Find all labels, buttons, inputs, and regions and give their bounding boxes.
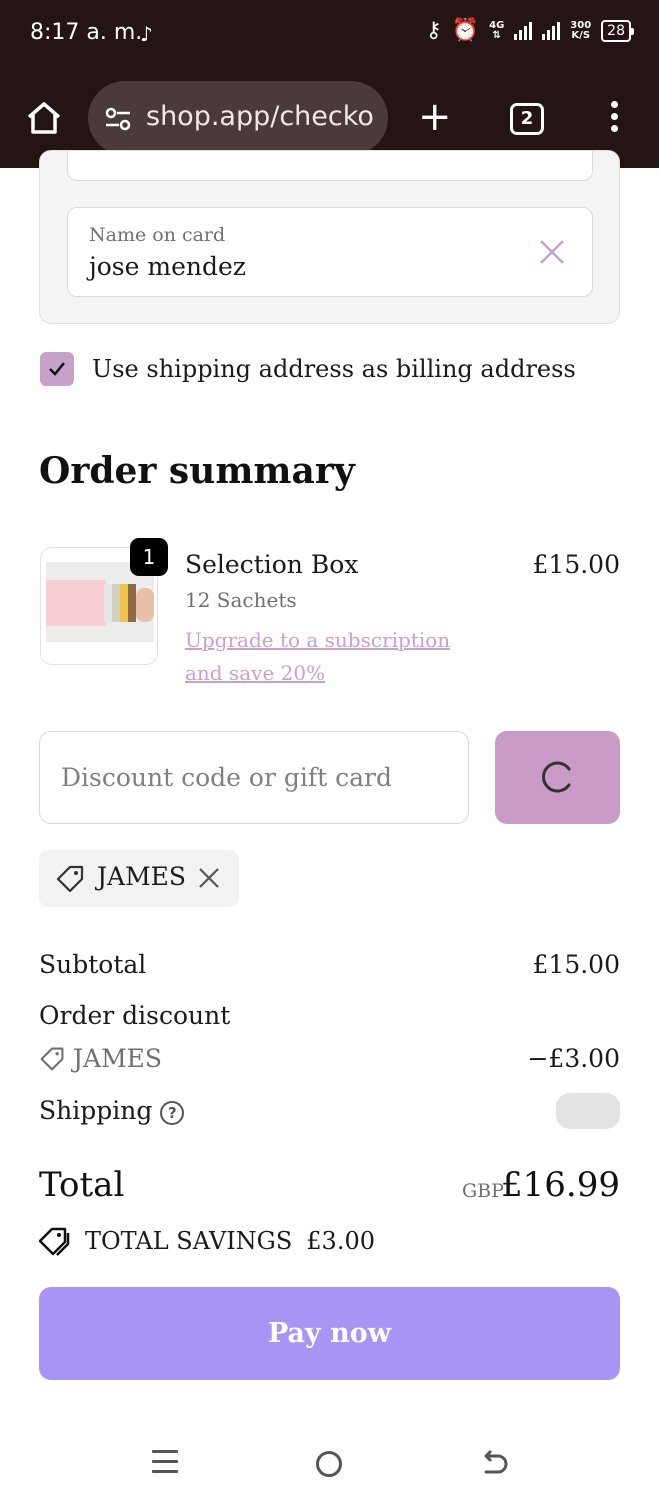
card-field-previous[interactable] — [67, 151, 593, 181]
billing-checkbox[interactable] — [40, 352, 74, 386]
payment-card-panel: Name on card jose mendez — [39, 150, 620, 324]
alarm-icon: ⏰ — [451, 18, 480, 43]
total-currency: GBP — [462, 1180, 504, 1202]
clear-icon[interactable] — [538, 238, 566, 266]
vpn-key-icon: ⚷ — [425, 18, 442, 43]
more-vert-icon[interactable] — [606, 101, 622, 137]
product-name: Selection Box — [185, 550, 359, 579]
order-discount-label: Order discount — [39, 1001, 231, 1030]
remove-code-icon[interactable] — [197, 866, 221, 890]
signal-icon-2 — [542, 21, 561, 40]
recent-apps-icon[interactable] — [152, 1450, 178, 1476]
network-type: 4G ⇅ — [489, 19, 505, 41]
product-variant: 12 Sachets — [185, 588, 297, 612]
music-note-icon: ♪ — [140, 22, 153, 46]
subtotal-value: £15.00 — [532, 950, 620, 979]
status-bar: 8:17 a. m. ♪ ⚷ ⏰ 4G ⇅ 300 K/S 28 — [0, 0, 659, 68]
tag-icon — [56, 865, 84, 893]
help-icon[interactable]: ? — [160, 1100, 185, 1125]
product-price: £15.00 — [532, 550, 620, 579]
order-discount-value: −£3.00 — [527, 1044, 620, 1073]
network-speed: 300 K/S — [570, 19, 592, 41]
total-value: £16.99 — [501, 1165, 620, 1205]
order-summary-title: Order summary — [39, 450, 355, 492]
android-nav-bar — [0, 1420, 659, 1500]
shipping-value-loading — [556, 1093, 620, 1129]
home-icon[interactable] — [24, 98, 64, 138]
new-tab-plus-icon[interactable]: + — [418, 97, 454, 138]
name-on-card-label: Name on card — [89, 224, 226, 246]
subtotal-label: Subtotal — [39, 950, 147, 979]
order-discount-code: JAMES — [39, 1044, 162, 1073]
billing-checkbox-label: Use shipping address as billing address — [92, 355, 576, 383]
applied-discount-chip: JAMES — [39, 850, 239, 907]
name-on-card-value[interactable]: jose mendez — [89, 252, 246, 281]
name-on-card-field[interactable]: Name on card jose mendez — [67, 207, 593, 297]
discount-placeholder: Discount code or gift card — [61, 763, 392, 792]
upgrade-subscription-link[interactable]: Upgrade to a subscription and save 20% — [185, 624, 485, 690]
url-bar[interactable]: shop.app/checko — [88, 81, 388, 155]
tag-icon-small — [40, 1047, 64, 1070]
apply-discount-button[interactable] — [495, 731, 620, 824]
total-label: Total — [39, 1165, 125, 1205]
billing-address-row[interactable]: Use shipping address as billing address — [40, 352, 576, 386]
savings-value: £3.00 — [306, 1227, 375, 1255]
total-savings: TOTAL SAVINGS £3.00 — [39, 1225, 375, 1257]
quantity-badge: 1 — [130, 538, 168, 576]
site-settings-icon[interactable] — [104, 105, 132, 133]
battery-icon: 28 — [601, 19, 634, 42]
home-circle-icon[interactable] — [316, 1451, 342, 1477]
applied-code: JAMES — [97, 862, 187, 891]
check-icon — [49, 362, 65, 376]
status-time: 8:17 a. m. — [30, 20, 143, 45]
signal-icon — [514, 21, 533, 40]
shipping-label: Shipping? — [39, 1096, 185, 1125]
pay-now-button[interactable]: Pay now — [39, 1287, 620, 1380]
spinner-icon — [542, 761, 571, 793]
savings-label: TOTAL SAVINGS — [85, 1227, 293, 1255]
tabs-icon[interactable]: 2 — [510, 103, 544, 135]
back-icon[interactable] — [480, 1450, 510, 1480]
url-text[interactable]: shop.app/checko — [146, 101, 378, 132]
discount-code-input[interactable]: Discount code or gift card — [39, 731, 469, 824]
savings-tag-icon — [39, 1227, 70, 1256]
status-icons: ⚷ ⏰ 4G ⇅ 300 K/S 28 — [425, 18, 634, 43]
